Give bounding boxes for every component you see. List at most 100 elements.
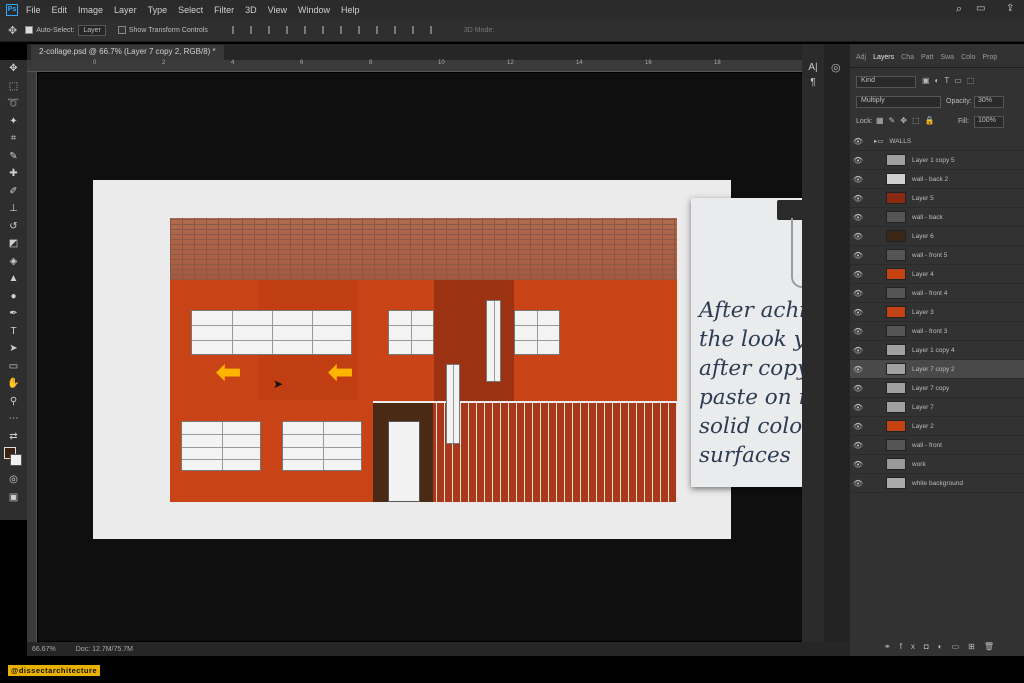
menu-type[interactable]: Type: [148, 5, 168, 15]
menu-view[interactable]: View: [268, 5, 287, 15]
layer-row[interactable]: 👁 wall - back: [850, 208, 1024, 227]
opacity-input[interactable]: 30%: [974, 96, 1004, 108]
kind-filter-dropdown[interactable]: Kind: [856, 76, 916, 88]
visibility-eye-icon[interactable]: 👁: [850, 213, 866, 222]
facade-artwork[interactable]: [170, 218, 677, 502]
tab-layers[interactable]: Layers: [873, 54, 894, 67]
distribute-1-icon[interactable]: [339, 26, 350, 34]
layer-row[interactable]: 👁 work: [850, 455, 1024, 474]
fill-input[interactable]: 100%: [974, 116, 1004, 128]
auto-select-checkbox[interactable]: [25, 26, 34, 34]
distribute-5-icon[interactable]: [411, 26, 422, 34]
brush-tool-icon[interactable]: ✐: [0, 183, 27, 201]
visibility-eye-icon[interactable]: 👁: [850, 175, 866, 184]
layer-row[interactable]: 👁 Layer 4: [850, 265, 1024, 284]
visibility-eye-icon[interactable]: 👁: [850, 156, 866, 165]
layer-row[interactable]: 👁 Layer 2: [850, 417, 1024, 436]
tab-swatches[interactable]: Swa: [940, 54, 954, 67]
move-tool-icon[interactable]: ✥: [8, 24, 17, 37]
blur-tool-icon[interactable]: ▲: [0, 270, 27, 288]
menu-image[interactable]: Image: [78, 5, 103, 15]
swap-colors-icon[interactable]: ⇄: [0, 428, 27, 446]
filter-icons[interactable]: ▣◐T▭⬚: [922, 76, 979, 85]
visibility-eye-icon[interactable]: 👁: [850, 346, 866, 355]
pen-tool-icon[interactable]: ✒: [0, 305, 27, 323]
search-icon[interactable]: ⌕: [956, 3, 962, 16]
layer-row[interactable]: 👁 wall - front: [850, 436, 1024, 455]
workspace-icon[interactable]: ▭: [976, 3, 985, 14]
menu-select[interactable]: Select: [178, 5, 203, 15]
layer-row[interactable]: 👁 wall - front 4: [850, 284, 1024, 303]
rectangle-tool-icon[interactable]: ▭: [0, 358, 27, 376]
tab-color[interactable]: Colo: [961, 54, 975, 67]
zoom-level[interactable]: 66.67%: [32, 646, 56, 653]
layer-row[interactable]: 👁 Layer 1 copy 5: [850, 151, 1024, 170]
tab-properties[interactable]: Prop: [982, 54, 997, 67]
layer-row[interactable]: 👁 wall - back 2: [850, 170, 1024, 189]
hand-tool-icon[interactable]: ✋: [0, 375, 27, 393]
character-panel-icon[interactable]: A|: [802, 62, 824, 73]
visibility-eye-icon[interactable]: 👁: [850, 251, 866, 260]
layer-row[interactable]: 👁 Layer 7 copy: [850, 379, 1024, 398]
align-center-icon[interactable]: [249, 26, 260, 34]
align-bottom-icon[interactable]: [321, 26, 332, 34]
visibility-eye-icon[interactable]: 👁: [850, 308, 866, 317]
visibility-eye-icon[interactable]: 👁: [850, 479, 866, 488]
layer-row[interactable]: 👁 Layer 5: [850, 189, 1024, 208]
stamp-tool-icon[interactable]: ⊥: [0, 200, 27, 218]
photoshop-logo-icon[interactable]: Ps: [6, 3, 18, 16]
zoom-tool-icon[interactable]: ⚲: [0, 393, 27, 411]
path-selection-tool-icon[interactable]: ➤: [0, 340, 27, 358]
paragraph-panel-icon[interactable]: ¶: [802, 77, 824, 88]
visibility-eye-icon[interactable]: 👁: [850, 384, 866, 393]
menu-help[interactable]: Help: [341, 5, 360, 15]
healing-brush-tool-icon[interactable]: ✚: [0, 165, 27, 183]
folder-icon[interactable]: ▸▭: [874, 137, 883, 145]
document-tab[interactable]: 2-collage.psd @ 66.7% (Layer 7 copy 2, R…: [31, 45, 224, 60]
move-tool-icon[interactable]: ✥: [0, 60, 27, 78]
align-top-icon[interactable]: [285, 26, 296, 34]
layer-row[interactable]: 👁 wall - front 5: [850, 246, 1024, 265]
tab-adjustments[interactable]: Adj: [856, 54, 866, 67]
menu-file[interactable]: File: [26, 5, 41, 15]
align-right-icon[interactable]: [267, 26, 278, 34]
layer-row[interactable]: 👁 Layer 7: [850, 398, 1024, 417]
tab-channels[interactable]: Cha: [901, 54, 914, 67]
menu-3d[interactable]: 3D: [245, 5, 257, 15]
screen-mode-icon[interactable]: ▣: [0, 489, 27, 507]
layer-actions[interactable]: ⚭fx◘◐▭⊞🗑: [884, 642, 1003, 651]
layer-row[interactable]: 👁 white background: [850, 474, 1024, 493]
transform-controls-checkbox[interactable]: [117, 26, 126, 34]
visibility-eye-icon[interactable]: 👁: [850, 403, 866, 412]
menu-window[interactable]: Window: [298, 5, 330, 15]
magic-wand-tool-icon[interactable]: ✦: [0, 113, 27, 131]
layer-row[interactable]: 👁 Layer 3: [850, 303, 1024, 322]
crop-tool-icon[interactable]: ⌗: [0, 130, 27, 148]
visibility-eye-icon[interactable]: 👁: [850, 289, 866, 298]
layer-row[interactable]: 👁 Layer 7 copy 2: [850, 360, 1024, 379]
eraser-tool-icon[interactable]: ◩: [0, 235, 27, 253]
visibility-eye-icon[interactable]: 👁: [850, 137, 866, 146]
marquee-tool-icon[interactable]: ⬚: [0, 78, 27, 96]
quick-mask-icon[interactable]: ◎: [0, 471, 27, 489]
layer-row[interactable]: 👁 Layer 1 copy 4: [850, 341, 1024, 360]
type-tool-icon[interactable]: T: [0, 323, 27, 341]
share-icon[interactable]: ⇪: [1006, 3, 1014, 14]
layer-group-row[interactable]: 👁 ▸▭ WALLS: [850, 132, 1024, 151]
align-left-icon[interactable]: [231, 26, 242, 34]
visibility-eye-icon[interactable]: 👁: [850, 232, 866, 241]
layer-row[interactable]: 👁 wall - front 3: [850, 322, 1024, 341]
distribute-4-icon[interactable]: [393, 26, 404, 34]
visibility-eye-icon[interactable]: 👁: [850, 460, 866, 469]
visibility-eye-icon[interactable]: 👁: [850, 441, 866, 450]
color-swatches[interactable]: [0, 445, 27, 471]
align-middle-icon[interactable]: [303, 26, 314, 34]
distribute-6-icon[interactable]: [429, 26, 440, 34]
menu-edit[interactable]: Edit: [52, 5, 68, 15]
background-color-swatch[interactable]: [10, 454, 22, 466]
visibility-eye-icon[interactable]: 👁: [850, 365, 866, 374]
lock-icons[interactable]: ▦✎✥⬚🔒: [876, 116, 939, 125]
menu-filter[interactable]: Filter: [214, 5, 234, 15]
distribute-3-icon[interactable]: [375, 26, 386, 34]
more-tools-icon[interactable]: ⋯: [0, 410, 27, 428]
